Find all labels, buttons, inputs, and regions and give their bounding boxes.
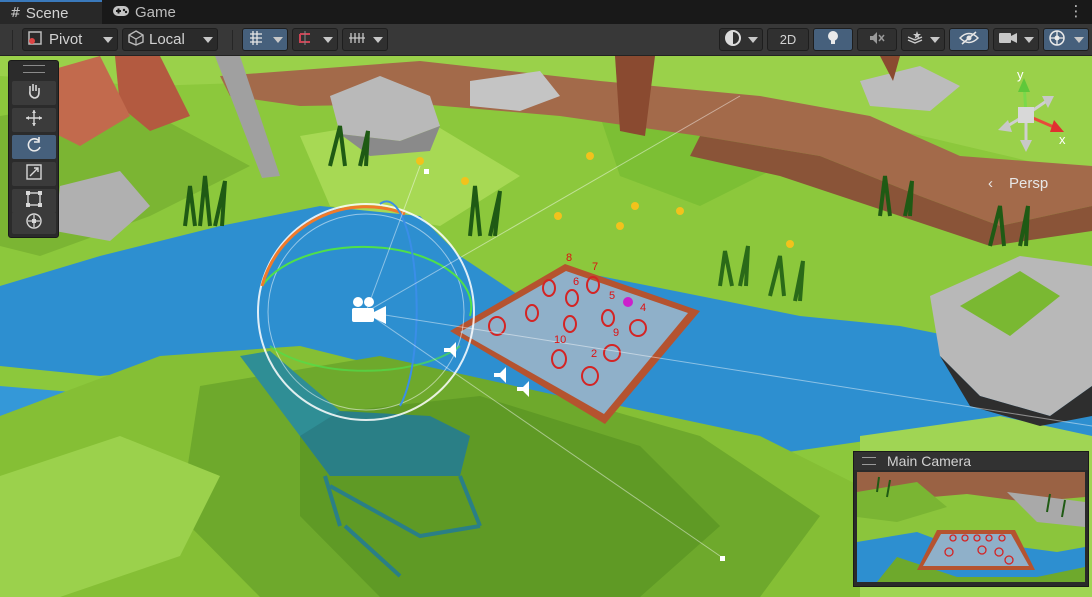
transform-icon bbox=[25, 212, 43, 235]
tab-game-label: Game bbox=[135, 3, 176, 21]
orientation-gizmo[interactable]: y x bbox=[986, 67, 1086, 160]
camera-preview-image bbox=[857, 472, 1085, 582]
audio-toggle[interactable] bbox=[857, 28, 897, 51]
transform-tool[interactable] bbox=[12, 212, 56, 234]
snap-settings-icon bbox=[347, 30, 367, 50]
move-tool[interactable] bbox=[12, 108, 56, 132]
video-camera-icon bbox=[998, 31, 1018, 49]
draw-mode-button[interactable] bbox=[719, 28, 763, 51]
board-label: 7 bbox=[592, 261, 599, 273]
drag-handle-icon[interactable] bbox=[23, 65, 45, 73]
shading-mode-icon bbox=[724, 29, 742, 51]
board-label: 5 bbox=[609, 290, 616, 302]
chevron-down-icon bbox=[1024, 36, 1034, 43]
local-dropdown[interactable]: Local bbox=[122, 28, 218, 51]
board-label: 6 bbox=[573, 276, 580, 288]
scene-toolbar: Pivot Local 2D bbox=[0, 24, 1092, 56]
drag-handle-icon[interactable] bbox=[862, 457, 876, 465]
scene-tools-overlay bbox=[8, 60, 59, 238]
board-label: 4 bbox=[640, 302, 647, 314]
gizmo-x-label: x bbox=[1059, 132, 1066, 147]
snap-settings-button[interactable] bbox=[342, 28, 388, 51]
chevron-down-icon bbox=[930, 36, 940, 43]
incremental-snap-button[interactable] bbox=[292, 28, 338, 51]
lighting-toggle[interactable] bbox=[813, 28, 853, 51]
unity-scene-window: # Scene Game ⋮ Pivot Local 2D 8 7 6 5 4 … bbox=[0, 0, 1092, 597]
gizmo-y-label: y bbox=[1017, 67, 1024, 82]
scene-visibility-toggle[interactable] bbox=[949, 28, 989, 51]
rotate-tool[interactable] bbox=[12, 135, 56, 159]
board-label: 10 bbox=[554, 334, 567, 346]
chevron-down-icon bbox=[748, 36, 758, 43]
rotate-icon bbox=[25, 136, 43, 159]
camera-settings-dropdown[interactable] bbox=[993, 28, 1039, 51]
chevron-left-icon: ‹ bbox=[988, 175, 993, 192]
chevron-down-icon bbox=[103, 36, 113, 43]
local-space-icon bbox=[127, 29, 145, 50]
pivot-icon bbox=[27, 30, 45, 50]
chevron-down-icon bbox=[323, 36, 333, 43]
scale-tool[interactable] bbox=[12, 162, 56, 186]
tab-game[interactable]: Game bbox=[102, 0, 192, 24]
scale-icon bbox=[25, 163, 43, 186]
gizmo-globe-icon bbox=[1048, 29, 1066, 51]
more-options-icon[interactable]: ⋮ bbox=[1068, 2, 1084, 20]
board-label: 2 bbox=[591, 348, 598, 360]
camera-preview-title: Main Camera bbox=[887, 453, 972, 469]
lightbulb-icon bbox=[826, 29, 840, 51]
hand-icon bbox=[25, 82, 43, 105]
pivot-dropdown[interactable]: Pivot bbox=[22, 28, 118, 51]
hash-icon: # bbox=[10, 5, 21, 21]
board-label: 9 bbox=[613, 327, 620, 339]
grid-snapping-button[interactable] bbox=[242, 28, 288, 51]
grid-snap-icon bbox=[247, 30, 267, 50]
chevron-down-icon bbox=[273, 36, 283, 43]
camera-preview-header[interactable]: Main Camera bbox=[854, 452, 1088, 470]
tab-bar: # Scene Game ⋮ bbox=[0, 0, 1092, 24]
gamepad-icon bbox=[112, 4, 130, 21]
chevron-down-icon bbox=[203, 36, 213, 43]
board-label: 8 bbox=[566, 252, 573, 264]
audio-mute-icon bbox=[868, 30, 886, 50]
eye-hidden-icon bbox=[958, 30, 980, 49]
camera-preview-overlay: Main Camera bbox=[853, 451, 1089, 587]
projection-label[interactable]: Persp bbox=[1009, 175, 1048, 192]
move-icon bbox=[25, 109, 43, 132]
snap-magnet-icon bbox=[297, 30, 317, 50]
2d-label: 2D bbox=[779, 32, 797, 47]
local-label: Local bbox=[149, 31, 185, 48]
effects-layers-icon bbox=[906, 30, 924, 50]
chevron-down-icon bbox=[373, 36, 383, 43]
chevron-down-icon bbox=[1074, 36, 1084, 43]
toolbar-divider bbox=[12, 30, 13, 50]
tab-scene-label: Scene bbox=[25, 4, 69, 22]
toolbar-divider bbox=[232, 30, 233, 50]
2d-toggle[interactable]: 2D bbox=[767, 28, 809, 51]
effects-dropdown[interactable] bbox=[901, 28, 945, 51]
rect-tool[interactable] bbox=[12, 189, 56, 213]
hand-tool[interactable] bbox=[12, 81, 56, 105]
tab-scene[interactable]: # Scene bbox=[0, 0, 102, 24]
pivot-label: Pivot bbox=[49, 31, 83, 48]
rect-icon bbox=[25, 190, 43, 213]
gizmos-dropdown[interactable] bbox=[1043, 28, 1089, 51]
